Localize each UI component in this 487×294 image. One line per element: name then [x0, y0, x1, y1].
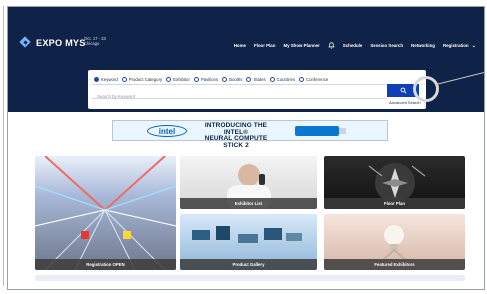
filter-conference-label: Conference	[306, 77, 329, 82]
radio-booths[interactable]	[222, 77, 228, 82]
product-gallery-card[interactable]: Product Gallery	[180, 214, 317, 270]
floor-plan-card-label: Floor Plan	[324, 198, 465, 209]
registration-card[interactable]: Registration OPEN	[35, 156, 176, 270]
search-panel: Keyword Product Category Exhibitor Pavil…	[88, 70, 426, 109]
radio-states[interactable]	[246, 77, 252, 82]
search-icon	[400, 87, 407, 94]
brand-name: EXPO MYS	[36, 37, 86, 48]
event-meta: Oct. 17 - 23 Chicago	[84, 36, 106, 46]
filter-conference[interactable]: Conference	[299, 77, 328, 82]
radio-exhibitor[interactable]	[166, 77, 172, 82]
filter-keyword-label: Keyword	[101, 77, 118, 82]
left-rule	[3, 6, 4, 286]
nav-floor-plan[interactable]: Floor Plan	[254, 43, 275, 48]
filter-pavilions-label: Pavilions	[200, 77, 219, 82]
filter-product-category-label: Product Category	[128, 77, 163, 82]
bell-icon[interactable]	[328, 42, 335, 49]
top-nav: Home Floor Plan My Show Planner Schedule…	[234, 42, 476, 49]
nav-my-show-planner[interactable]: My Show Planner	[283, 43, 319, 48]
nav-home[interactable]: Home	[234, 43, 246, 48]
radio-pavilions[interactable]	[193, 77, 199, 82]
usb-stick-icon	[295, 126, 346, 136]
filter-countries[interactable]: Countries	[269, 77, 296, 82]
filter-pavilions[interactable]: Pavilions	[193, 77, 219, 82]
filter-exhibitor-label: Exhibitor	[173, 77, 190, 82]
radio-product-category[interactable]	[121, 77, 127, 82]
logo-mark-icon	[20, 37, 31, 48]
registration-photo	[35, 156, 176, 270]
filter-booths[interactable]: Booths	[222, 77, 242, 82]
filter-exhibitor[interactable]: Exhibitor	[166, 77, 190, 82]
filter-keyword[interactable]: Keyword	[94, 77, 118, 82]
floor-plan-card[interactable]: Floor Plan	[324, 156, 465, 209]
registration-card-label: Registration OPEN	[35, 259, 176, 270]
filter-states[interactable]: States	[246, 77, 266, 82]
intel-banner[interactable]: intel INTRODUCING THE INTEL® NEURAL COMP…	[112, 120, 388, 149]
filter-booths-label: Booths	[229, 77, 243, 82]
nav-networking[interactable]: Networking	[411, 43, 435, 48]
search-input[interactable]	[92, 90, 386, 103]
banner-headline-line2: NEURAL COMPUTE STICK 2	[204, 135, 268, 149]
filter-product-category[interactable]: Product Category	[121, 77, 163, 82]
featured-exhibitors-card[interactable]: Featured Exhibitors	[324, 214, 465, 270]
cursor-ring	[413, 76, 439, 102]
search-filters: Keyword Product Category Exhibitor Pavil…	[94, 77, 328, 82]
site-header: EXPO MYS Oct. 17 - 23 Chicago Home Floor…	[8, 7, 484, 60]
chevron-down-icon: ⌄	[471, 42, 476, 49]
radio-countries[interactable]	[269, 77, 275, 82]
banner-copy: INTRODUCING THE INTEL® NEURAL COMPUTE ST…	[195, 122, 277, 149]
featured-exhibitors-card-label: Featured Exhibitors	[324, 259, 465, 270]
footer-band	[35, 275, 465, 281]
radio-conference[interactable]	[299, 77, 305, 82]
filter-countries-label: Countries	[276, 77, 296, 82]
intel-logo: intel	[147, 125, 187, 137]
browser-frame: EXPO MYS Oct. 17 - 23 Chicago Home Floor…	[7, 6, 485, 290]
brand-logo[interactable]: EXPO MYS	[20, 37, 86, 48]
nav-registration[interactable]: Registration ⌄	[443, 43, 476, 49]
exhibitor-list-card-label: Exhibitor List	[180, 198, 317, 209]
exhibitor-list-card[interactable]: Exhibitor List	[180, 156, 317, 209]
event-city: Chicago	[84, 41, 100, 47]
radio-keyword[interactable]	[94, 77, 99, 82]
search-input-wrap	[92, 84, 386, 103]
nav-registration-label: Registration	[442, 42, 469, 48]
nav-session-search[interactable]: Session Search	[370, 43, 403, 48]
advanced-search-link[interactable]: Advanced Search	[389, 100, 421, 105]
nav-schedule[interactable]: Schedule	[343, 43, 363, 48]
product-gallery-card-label: Product Gallery	[180, 259, 317, 270]
filter-states-label: States	[253, 77, 266, 82]
